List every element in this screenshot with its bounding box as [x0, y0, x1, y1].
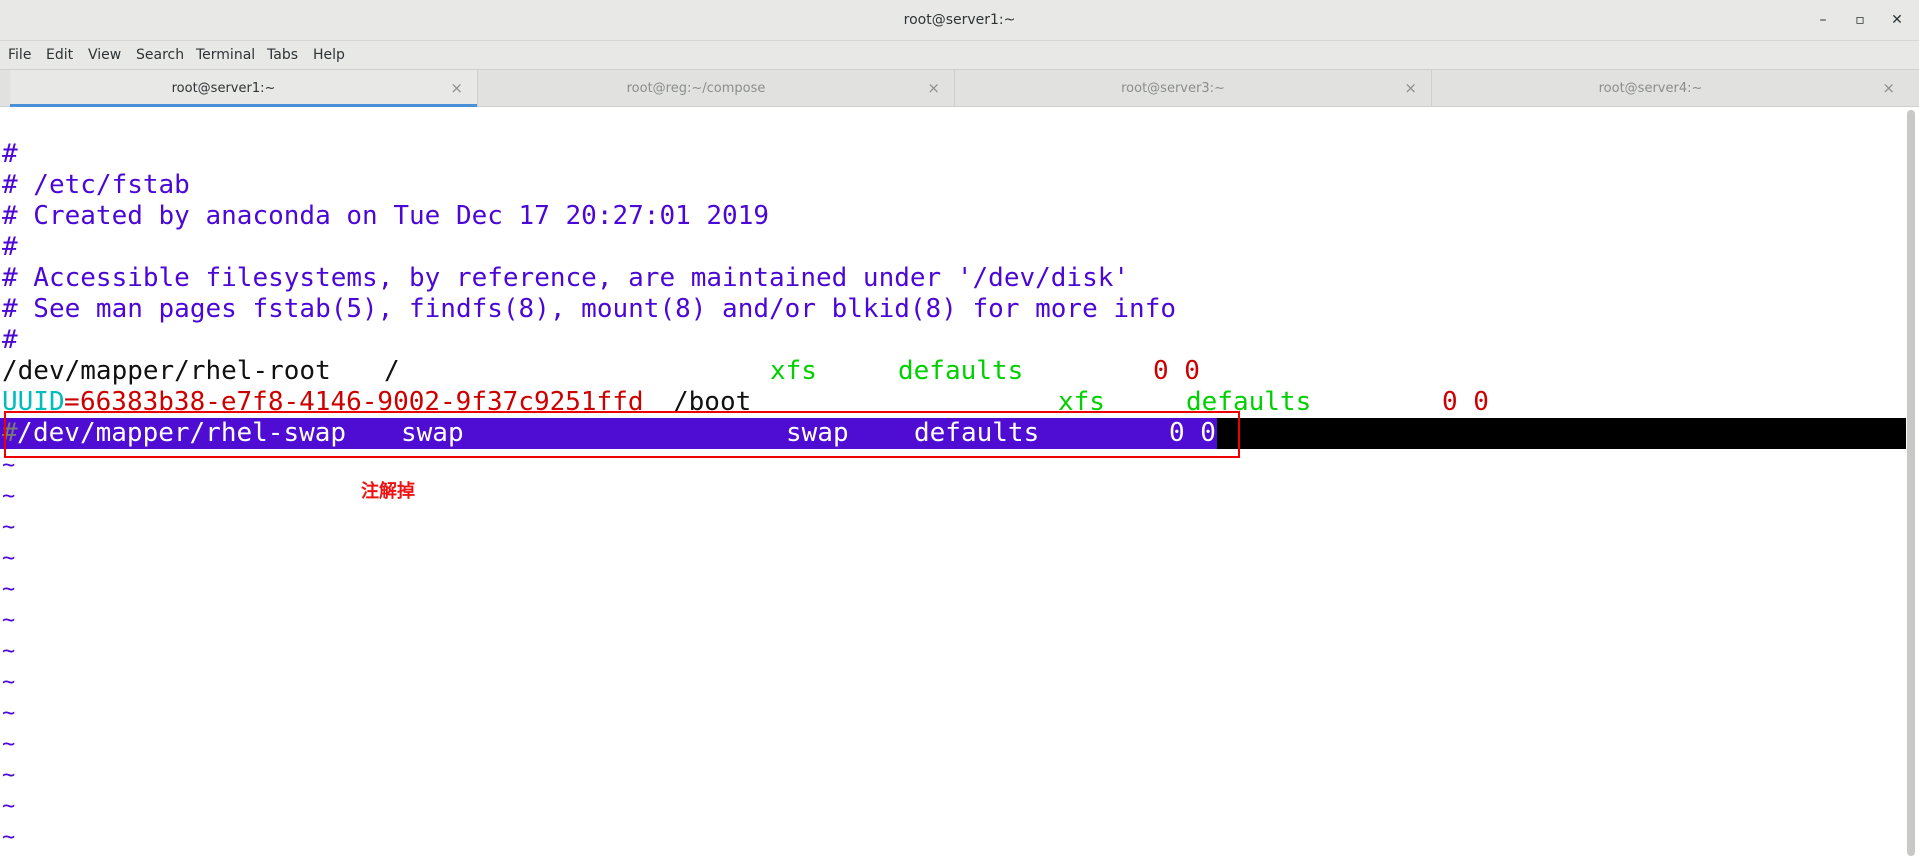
empty-line-tilde: ~ — [2, 639, 16, 664]
fstab-comment-line: # — [2, 139, 18, 169]
tab-label: root@server3:~ — [1121, 81, 1225, 96]
empty-line-tilde: ~ — [2, 577, 16, 602]
fstab-comment-line: # Accessible filesystems, by reference, … — [2, 263, 1130, 293]
empty-line-tilde: ~ — [2, 763, 16, 788]
fstab-comment-line: # See man pages fstab(5), findfs(8), mou… — [2, 294, 1176, 324]
empty-line-tilde: ~ — [2, 701, 16, 726]
menu-help[interactable]: Help — [313, 47, 345, 63]
fstab-root-fstype: xfs — [770, 356, 817, 386]
empty-line-tilde: ~ — [2, 608, 16, 633]
fstab-root-options: defaults — [898, 356, 1024, 386]
tab-close-icon[interactable]: × — [1882, 79, 1895, 97]
menu-bar: File Edit View Search Terminal Tabs Help — [0, 41, 1919, 69]
menu-edit[interactable]: Edit — [46, 47, 73, 63]
annotation-note: 注解掉 — [361, 481, 415, 502]
window-title: root@server1:~ — [903, 12, 1016, 28]
tab-server3[interactable]: root@server3:~ × — [955, 70, 1432, 107]
annotation-box — [4, 411, 1240, 458]
fstab-root-mount: / — [384, 356, 400, 386]
empty-line-tilde: ~ — [2, 484, 16, 509]
close-icon[interactable]: ✕ — [1886, 9, 1908, 31]
empty-line-tilde: ~ — [2, 515, 16, 540]
tab-reg-compose[interactable]: root@reg:~/compose × — [478, 70, 955, 107]
tab-server1[interactable]: root@server1:~ × — [10, 70, 478, 107]
tab-server4[interactable]: root@server4:~ × — [1432, 70, 1909, 107]
fstab-comment-line: # /etc/fstab — [2, 170, 190, 200]
tab-label: root@server4:~ — [1598, 81, 1703, 96]
fstab-comment-line: # Created by anaconda on Tue Dec 17 20:2… — [2, 201, 770, 231]
empty-line-tilde: ~ — [2, 794, 16, 819]
maximize-icon[interactable]: ▫ — [1849, 9, 1871, 31]
tab-close-icon[interactable]: × — [450, 79, 463, 97]
menu-terminal[interactable]: Terminal — [196, 47, 255, 63]
tab-close-icon[interactable]: × — [927, 79, 940, 97]
minimize-icon[interactable]: – — [1812, 9, 1834, 31]
tab-close-icon[interactable]: × — [1404, 79, 1417, 97]
menu-view[interactable]: View — [88, 47, 121, 63]
title-bar: root@server1:~ – ▫ ✕ — [0, 0, 1919, 41]
tab-label: root@reg:~/compose — [626, 81, 766, 96]
empty-line-tilde: ~ — [2, 670, 16, 695]
empty-line-tilde: ~ — [2, 546, 16, 571]
fstab-root-dump-pass: 0 0 — [1153, 356, 1200, 386]
scrollbar[interactable] — [1907, 110, 1915, 856]
menu-file[interactable]: File — [8, 47, 31, 63]
menu-search[interactable]: Search — [136, 47, 184, 63]
empty-line-tilde: ~ — [2, 732, 16, 757]
fstab-root-device: /dev/mapper/rhel-root — [2, 356, 331, 386]
fstab-comment-line: # — [2, 232, 18, 262]
empty-line-tilde: ~ — [2, 825, 16, 850]
fstab-boot-dump-pass: 0 0 — [1442, 387, 1489, 417]
fstab-comment-line: # — [2, 325, 18, 355]
tab-label: root@server1:~ — [171, 81, 276, 96]
empty-line-tilde: ~ — [2, 453, 16, 478]
menu-tabs[interactable]: Tabs — [267, 47, 298, 63]
tab-bar: root@server1:~ × root@reg:~/compose × ro… — [0, 69, 1919, 107]
